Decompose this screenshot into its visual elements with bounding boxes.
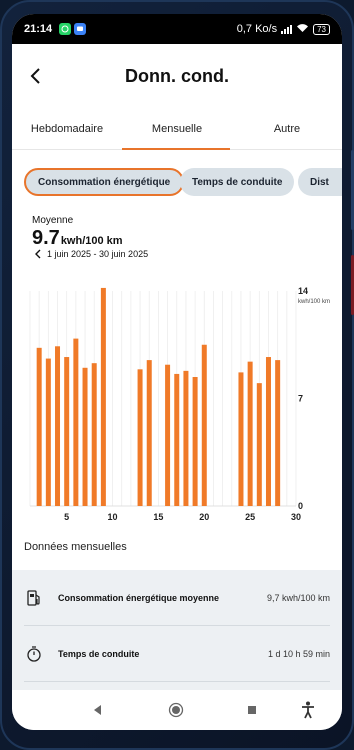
monthly-summary-card: Consommation énergétique moyenne 9,7 kwh… bbox=[12, 570, 342, 700]
x-tick-label: 25 bbox=[245, 512, 255, 522]
home-circle-icon[interactable] bbox=[166, 700, 186, 720]
accessibility-icon[interactable] bbox=[298, 700, 318, 720]
chart-bar bbox=[73, 338, 79, 506]
chart-bar bbox=[146, 360, 152, 506]
fuel-pump-icon bbox=[24, 588, 44, 608]
section-title: Données mensuelles bbox=[24, 541, 127, 553]
chip-driving-time[interactable]: Temps de conduite bbox=[180, 168, 295, 196]
chart-bar bbox=[137, 369, 143, 506]
status-time: 21:14 bbox=[24, 23, 53, 35]
tab-other[interactable]: Autre bbox=[232, 108, 342, 150]
header: Donn. cond. bbox=[12, 44, 342, 108]
x-tick-label: 5 bbox=[64, 512, 69, 522]
chart-bar bbox=[55, 346, 61, 506]
tab-weekly[interactable]: Hebdomadaire bbox=[12, 108, 122, 150]
summary-row-label: Temps de conduite bbox=[58, 648, 140, 659]
chart-bar bbox=[64, 357, 70, 506]
status-right: 0,7 Ko/s 73 bbox=[237, 23, 330, 36]
wifi-icon bbox=[296, 23, 309, 36]
whatsapp-icon bbox=[59, 23, 72, 35]
chart-bar bbox=[256, 383, 262, 506]
battery-level: 73 bbox=[317, 24, 326, 34]
summary-row-driving-time[interactable]: Temps de conduite 1 d 10 h 59 min bbox=[24, 626, 330, 682]
status-bar: 21:14 0,7 Ko/s 73 bbox=[12, 14, 342, 44]
messages-icon bbox=[74, 23, 87, 35]
chart-bar bbox=[174, 373, 180, 506]
average-label: Moyenne bbox=[32, 215, 74, 226]
average-value: 9.7 kwh/100 km bbox=[32, 227, 123, 250]
chart-bar bbox=[192, 377, 198, 506]
summary-row-value: 1 d 10 h 59 min bbox=[267, 648, 330, 659]
network-speed: 0,7 Ko/s bbox=[236, 23, 278, 35]
screen: 21:14 0,7 Ko/s 73 Donn. cond. Hebdomadai… bbox=[12, 14, 342, 730]
chip-energy-consumption[interactable]: Consommation énergétique bbox=[24, 168, 185, 196]
y-tick-label: 14 bbox=[298, 286, 308, 296]
chart-bar bbox=[36, 347, 42, 506]
chip-distance[interactable]: Dist bbox=[298, 168, 342, 196]
summary-row-value: 9,7 kwh/100 km bbox=[266, 592, 330, 603]
battery-icon: 73 bbox=[313, 23, 330, 35]
tab-monthly[interactable]: Mensuelle bbox=[122, 108, 232, 150]
period-selector[interactable]: 1 juin 2025 - 30 juin 2025 bbox=[34, 249, 148, 259]
x-tick-label: 15 bbox=[153, 512, 163, 522]
y-tick-label: 7 bbox=[298, 394, 303, 404]
back-triangle-icon[interactable] bbox=[88, 700, 108, 720]
chart-bar bbox=[247, 361, 253, 506]
chart-bar bbox=[165, 364, 171, 506]
page-title: Donn. cond. bbox=[125, 66, 229, 86]
summary-row-energy[interactable]: Consommation énergétique moyenne 9,7 kwh… bbox=[24, 570, 330, 626]
chart-bar bbox=[91, 363, 97, 506]
x-tick-label: 30 bbox=[291, 512, 301, 522]
x-tick-label: 20 bbox=[199, 512, 209, 522]
period-range: 1 juin 2025 - 30 juin 2025 bbox=[47, 249, 149, 259]
chart-bar bbox=[201, 344, 207, 506]
recent-square-icon[interactable] bbox=[242, 700, 262, 720]
average-number: 9.7 bbox=[32, 227, 60, 249]
period-tabs: Hebdomadaire Mensuelle Autre bbox=[12, 108, 342, 150]
chevron-left-small-icon[interactable] bbox=[34, 249, 42, 259]
y-unit-label: kwh/100 km bbox=[298, 299, 330, 305]
chart-bar bbox=[238, 372, 244, 506]
energy-bar-chart: 5 10 15 20 25 30 14 7 0 kwh/100 km bbox=[29, 286, 330, 522]
signal-icon bbox=[281, 24, 293, 34]
metric-chips: Consommation énergétique Temps de condui… bbox=[12, 150, 342, 210]
x-tick-label: 10 bbox=[108, 512, 118, 522]
chart-bar bbox=[183, 370, 189, 506]
system-navbar bbox=[12, 690, 342, 730]
chart-bar bbox=[45, 358, 51, 506]
chart-bar bbox=[100, 287, 106, 506]
chart-bar bbox=[275, 360, 281, 506]
chart-bar bbox=[265, 357, 271, 506]
y-tick-label: 0 bbox=[298, 501, 303, 511]
summary-row-label: Consommation énergétique moyenne bbox=[58, 592, 220, 603]
stopwatch-icon bbox=[24, 644, 44, 664]
average-unit: kwh/100 km bbox=[60, 235, 123, 247]
chart-bar bbox=[82, 367, 88, 506]
